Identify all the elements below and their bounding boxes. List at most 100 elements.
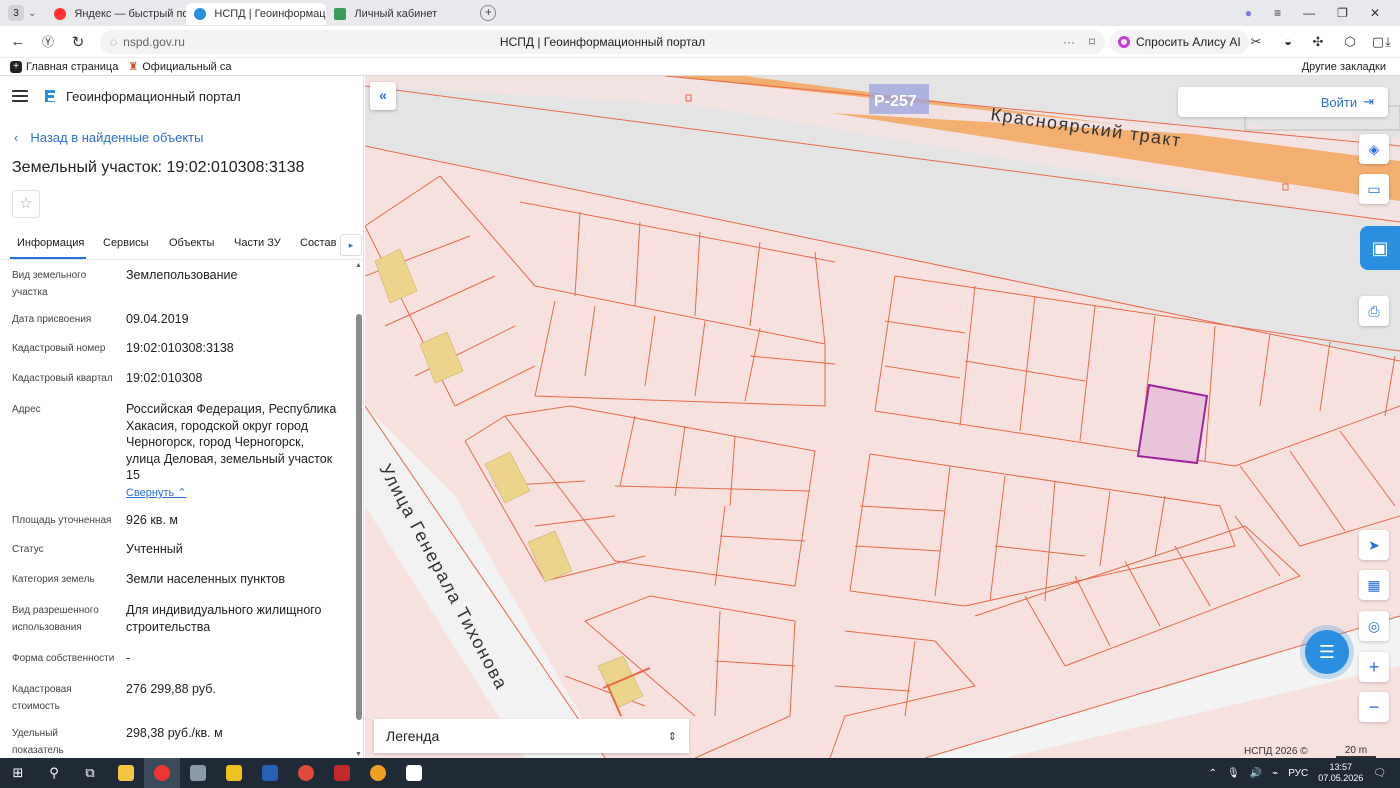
zoom-in-icon[interactable]: +: [1359, 652, 1389, 682]
area-label: Площадь уточненная: [12, 515, 112, 526]
favorite-star-icon[interactable]: ☆: [12, 190, 40, 218]
bookmark-item[interactable]: ♜ Официальный са: [128, 60, 232, 74]
notepad-icon[interactable]: [396, 758, 432, 788]
permitted-use-value: Для индивидуального жилищного строительс…: [126, 603, 322, 634]
search-icon[interactable]: ⚲: [36, 758, 72, 788]
reload-icon[interactable]: ↻: [63, 33, 93, 51]
minimize-icon[interactable]: —: [1303, 6, 1315, 20]
windows-start-icon[interactable]: ⊞: [0, 758, 36, 788]
tab-cabinet[interactable]: Личный кабинет: [326, 3, 466, 25]
alice-button[interactable]: Спросить Алису AI: [1110, 30, 1249, 54]
yandex-icon: [54, 8, 67, 20]
cad-quarter-value: 19:02:010308: [126, 371, 203, 385]
back-to-results-link[interactable]: ‹ Назад в найденные объекты: [14, 130, 203, 145]
scroll-up-icon[interactable]: ▲: [355, 262, 362, 269]
extension-icon[interactable]: ⬡: [1342, 34, 1358, 50]
app-icon[interactable]: [180, 758, 216, 788]
app-icon[interactable]: [360, 758, 396, 788]
url-field[interactable]: ◌ nspd.gov.ru НСПД | Геоинформационный п…: [100, 30, 1105, 54]
minimap-icon[interactable]: ▦: [1359, 570, 1389, 600]
app-icon[interactable]: [216, 758, 252, 788]
extension-icon[interactable]: ✂: [1248, 34, 1264, 50]
scroll-down-icon[interactable]: ▼: [355, 751, 362, 758]
cabinet-icon: [334, 8, 347, 20]
document-widget-icon[interactable]: ▣: [1360, 226, 1400, 270]
yandex-browser-icon[interactable]: [144, 758, 180, 788]
download-icon[interactable]: ⤓: [1380, 34, 1396, 50]
volume-icon[interactable]: 🔊: [1250, 768, 1262, 779]
tab-services[interactable]: Сервисы: [103, 237, 149, 249]
specific-label: Удельный показатель кадастровой: [12, 728, 64, 756]
close-window-icon[interactable]: ✕: [1370, 6, 1380, 20]
word-icon[interactable]: [252, 758, 288, 788]
bookmark-item[interactable]: + Главная страница: [10, 60, 118, 73]
locate-icon[interactable]: ➤: [1359, 530, 1389, 560]
map-svg[interactable]: Р-257 Красноярский тракт Улица Генерала …: [365, 76, 1400, 758]
collapse-panel-icon[interactable]: «: [370, 82, 396, 110]
alice-label: Спросить Алису AI: [1136, 35, 1241, 49]
zoom-out-icon[interactable]: −: [1359, 692, 1389, 722]
profile-icon[interactable]: ●: [1245, 6, 1252, 20]
maximize-icon[interactable]: ❐: [1337, 6, 1348, 20]
tab-objects[interactable]: Объекты: [169, 237, 214, 249]
tabs-scroll-right-icon[interactable]: ▸: [340, 234, 362, 256]
legend-bar[interactable]: Легенда ⇕: [374, 719, 689, 753]
tab-information[interactable]: Информация: [17, 237, 84, 249]
menu-icon[interactable]: ≡: [1274, 6, 1281, 20]
network-icon[interactable]: ⌁: [1272, 768, 1278, 779]
puzzle-icon[interactable]: ✣: [1310, 34, 1326, 50]
chrome-icon[interactable]: [288, 758, 324, 788]
scrollbar-thumb[interactable]: [356, 314, 362, 720]
map-canvas[interactable]: Р-257 Красноярский тракт Улица Генерала …: [365, 76, 1400, 758]
page-title: НСПД | Геоинформационный портал: [499, 35, 706, 49]
assign-date-label: Дата присвоения: [12, 314, 92, 325]
browser-tab-strip: 3 ⌄ Яндекс — быстрый поиск НСПД | Геоинф…: [0, 0, 1400, 26]
tab-count-badge[interactable]: 3: [8, 5, 24, 21]
tab-yandex[interactable]: Яндекс — быстрый поиск: [46, 3, 186, 25]
clock-date: 07.05.2026: [1318, 773, 1364, 783]
cad-value-label: Кадастровая стоимость: [12, 684, 72, 712]
panel-header: Геоинформационный портал: [0, 76, 363, 116]
scale-bar: 20 m: [1336, 746, 1376, 758]
area-value: 926 кв. м: [126, 513, 178, 527]
tab-list-chevron-icon[interactable]: ⌄: [28, 8, 36, 19]
expand-chevron-icon[interactable]: ⇕: [668, 730, 677, 743]
bookmark-icon[interactable]: ⌑: [1089, 35, 1095, 49]
tab-nspd[interactable]: НСПД | Геоинформац ✕: [186, 3, 327, 25]
collapse-label: Свернуть: [126, 487, 175, 499]
chat-icon[interactable]: ☰: [1305, 630, 1349, 674]
back-icon[interactable]: ←: [3, 33, 33, 50]
app-icon[interactable]: [324, 758, 360, 788]
tab-composition[interactable]: Состав: [300, 237, 336, 249]
tab-parts[interactable]: Части ЗУ: [234, 237, 281, 249]
taskbar: ⊞ ⚲ ⧉ ⌃ 🎙 🔊 ⌁ РУС 13:57 07.05.2026 🗨: [0, 758, 1400, 788]
more-icon[interactable]: ···: [1063, 35, 1075, 49]
language-indicator[interactable]: РУС: [1288, 768, 1308, 779]
mic-icon[interactable]: 🎙: [1227, 768, 1240, 779]
yandex-y-icon[interactable]: Ⓨ: [33, 33, 63, 50]
file-explorer-icon[interactable]: [108, 758, 144, 788]
hamburger-menu-icon[interactable]: [12, 90, 28, 102]
collapse-link[interactable]: Свернуть ⌃: [126, 486, 187, 499]
tab-label: Личный кабинет: [354, 8, 438, 20]
clock[interactable]: 13:57 07.05.2026: [1318, 762, 1363, 784]
plus-icon: +: [10, 60, 22, 73]
tray-chevron-icon[interactable]: ⌃: [1209, 768, 1217, 779]
print-icon[interactable]: ⎙: [1359, 296, 1389, 326]
task-view-icon[interactable]: ⧉: [72, 758, 108, 788]
info-panel: Геоинформационный портал ‹ Назад в найден…: [0, 76, 364, 758]
panel-scrollbar[interactable]: ▲ ▼: [355, 262, 363, 758]
layers-icon[interactable]: ◈: [1359, 134, 1389, 164]
permitted-use-label: Вид разрешенного использования: [12, 605, 99, 633]
login-button[interactable]: Войти ⇥: [1178, 87, 1388, 117]
ruler-icon[interactable]: ▭: [1359, 174, 1389, 204]
chevron-up-icon: ⌃: [177, 487, 187, 499]
bookmarks-bar: + Главная страница ♜ Официальный са Друг…: [0, 58, 1400, 76]
specific-value: 298,38 руб./кв. м: [126, 726, 223, 740]
bookmark-label: Официальный са: [142, 60, 232, 73]
notifications-icon[interactable]: 🗨: [1373, 768, 1386, 779]
extension-icon[interactable]: ◒: [1280, 34, 1296, 50]
other-bookmarks[interactable]: Другие закладки: [1302, 61, 1386, 73]
geo-search-icon[interactable]: ◎: [1359, 611, 1389, 641]
new-tab-icon[interactable]: +: [480, 5, 497, 21]
